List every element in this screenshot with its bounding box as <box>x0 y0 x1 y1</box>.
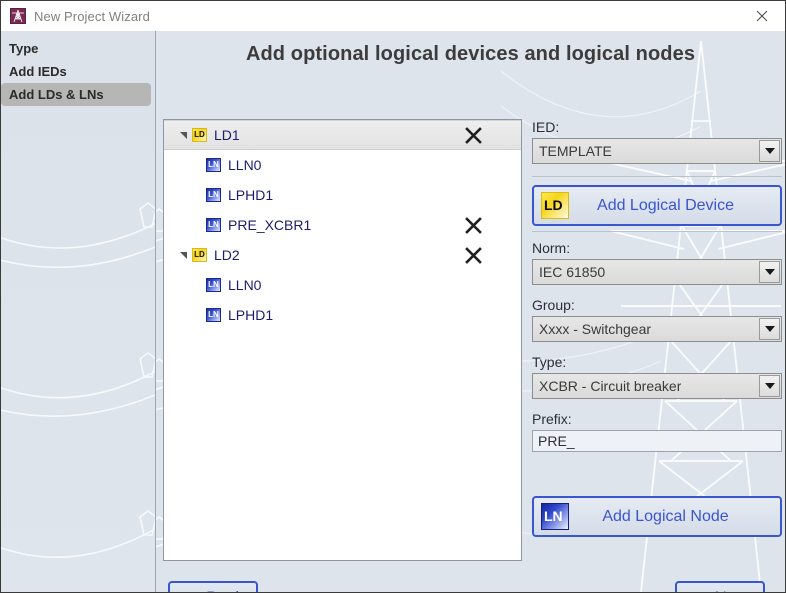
add-logical-device-button[interactable]: LD Add Logical Device <box>532 185 782 226</box>
wizard-window: New Project Wizard Type Add IEDs Add LDs… <box>0 0 786 593</box>
delete-icon[interactable] <box>463 125 483 145</box>
divider <box>532 176 782 177</box>
tree-row[interactable]: LD LD1 <box>164 120 521 150</box>
sidebar-item-add-ieds[interactable]: Add IEDs <box>1 60 155 83</box>
type-label: Type: <box>532 354 567 370</box>
ied-select[interactable]: TEMPLATE <box>532 138 782 164</box>
logical-device-tree[interactable]: LD LD1 LN LLN0 LN LPHD1 LN PRE_XCBR1 LD … <box>163 119 522 561</box>
tree-item-label: LPHD1 <box>228 307 274 323</box>
prefix-input[interactable]: PRE_ <box>532 430 782 452</box>
ied-value: TEMPLATE <box>539 143 612 159</box>
norm-value: IEC 61850 <box>539 264 606 280</box>
type-select[interactable]: XCBR - Circuit breaker <box>532 373 782 399</box>
divider <box>532 231 782 232</box>
delete-icon[interactable] <box>463 215 483 235</box>
back-button[interactable]: ← Back <box>168 581 258 593</box>
delete-icon[interactable] <box>463 245 483 265</box>
ld-icon: LD <box>192 248 207 262</box>
norm-label: Norm: <box>532 240 571 256</box>
wizard-step-sidebar: Type Add IEDs Add LDs & LNs <box>1 31 156 592</box>
tree-row[interactable]: LN LLN0 <box>164 150 521 180</box>
logical-node-form: IED: TEMPLATE LD Add Logical Device Norm… <box>532 119 782 537</box>
tree-item-label: LD2 <box>214 247 240 263</box>
add-logical-device-label: Add Logical Device <box>597 196 734 214</box>
tree-row[interactable]: LN LPHD1 <box>164 300 521 330</box>
expander-icon[interactable] <box>174 251 192 260</box>
title-bar: New Project Wizard <box>1 1 785 31</box>
ln-icon: LN <box>206 308 221 322</box>
back-label: Back <box>206 588 244 593</box>
ln-icon: LN <box>206 188 221 202</box>
ln-icon: LN <box>206 278 221 292</box>
tree-row[interactable]: LN PRE_XCBR1 <box>164 210 521 240</box>
group-label: Group: <box>532 297 575 313</box>
ld-icon: LD <box>192 128 207 142</box>
form-gap <box>532 452 782 496</box>
sidebar-item-add-lds-lns[interactable]: Add LDs & LNs <box>1 83 151 106</box>
chevron-down-icon[interactable] <box>759 261 780 283</box>
ln-icon: LN <box>206 218 221 232</box>
add-logical-node-label: Add Logical Node <box>602 507 729 525</box>
ied-label: IED: <box>532 119 560 135</box>
content-area: Type Add IEDs Add LDs & LNs Add optional… <box>1 31 785 592</box>
tree-row[interactable]: LN LPHD1 <box>164 180 521 210</box>
tree-item-label: LD1 <box>214 127 240 143</box>
tree-item-label: LPHD1 <box>228 187 274 203</box>
ln-icon: LN <box>541 503 569 530</box>
tree-item-label: LLN0 <box>228 157 262 173</box>
sidebar-watermark <box>1 202 155 559</box>
expander-icon[interactable] <box>174 131 192 140</box>
window-title: New Project Wizard <box>34 8 150 24</box>
tree-row[interactable]: LN LLN0 <box>164 270 521 300</box>
chevron-down-icon[interactable] <box>759 318 780 340</box>
ld-icon: LD <box>541 192 569 219</box>
chevron-down-icon[interactable] <box>759 140 780 162</box>
arrow-left-icon: ← <box>182 589 199 592</box>
prefix-label: Prefix: <box>532 411 572 427</box>
arrow-right-icon: → <box>691 589 708 592</box>
norm-select[interactable]: IEC 61850 <box>532 259 782 285</box>
add-logical-node-button[interactable]: LN Add Logical Node <box>532 496 782 537</box>
close-icon[interactable] <box>739 2 785 31</box>
next-button[interactable]: → Next <box>675 581 765 593</box>
tree-row[interactable]: LD LD2 <box>164 240 521 270</box>
tree-item-label: LLN0 <box>228 277 262 293</box>
type-value: XCBR - Circuit breaker <box>539 378 682 394</box>
next-label: Next <box>715 588 750 593</box>
tree-item-label: PRE_XCBR1 <box>228 217 312 233</box>
app-pylon-icon <box>10 8 26 24</box>
page-title: Add optional logical devices and logical… <box>245 43 696 65</box>
ln-icon: LN <box>206 158 221 172</box>
group-select[interactable]: Xxxx - Switchgear <box>532 316 782 342</box>
group-value: Xxxx - Switchgear <box>539 321 652 337</box>
chevron-down-icon[interactable] <box>759 375 780 397</box>
sidebar-item-type[interactable]: Type <box>1 37 155 60</box>
